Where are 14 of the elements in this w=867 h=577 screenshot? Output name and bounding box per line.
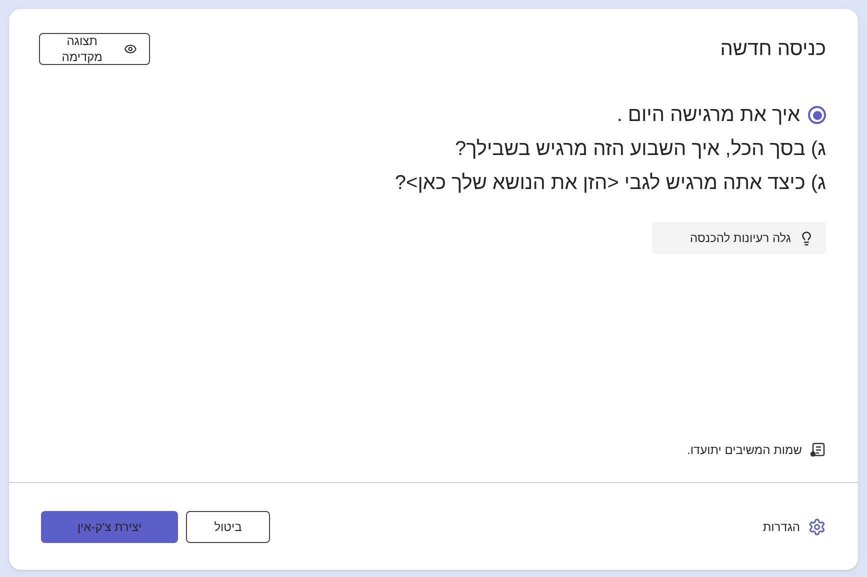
- cancel-button[interactable]: ביטול: [186, 510, 270, 542]
- ideas-button[interactable]: גלה רעיונות להכנסה: [652, 222, 826, 254]
- settings-link[interactable]: הגדרות: [762, 518, 826, 536]
- preview-button[interactable]: תצוגה מקדימה: [39, 33, 150, 65]
- dialog-title: כניסה חדשה: [720, 37, 826, 62]
- radio-button[interactable]: [808, 106, 826, 124]
- question-text: ג) בסך הכל, איך השבוע הזה מרגיש בשבילך?: [454, 137, 826, 162]
- lightbulb-icon: [799, 230, 814, 246]
- question-text: איך את מרגישה היום .: [616, 103, 800, 128]
- question-text: ג) כיצד אתה מרגיש לגבי <הזן את הנושא שלך כאן>?: [394, 171, 826, 196]
- eye-icon: [124, 42, 137, 56]
- respondents-note: שמות המשיבים יתועדו.: [686, 442, 802, 458]
- names-list-icon: [810, 442, 826, 458]
- settings-icon: [808, 518, 826, 536]
